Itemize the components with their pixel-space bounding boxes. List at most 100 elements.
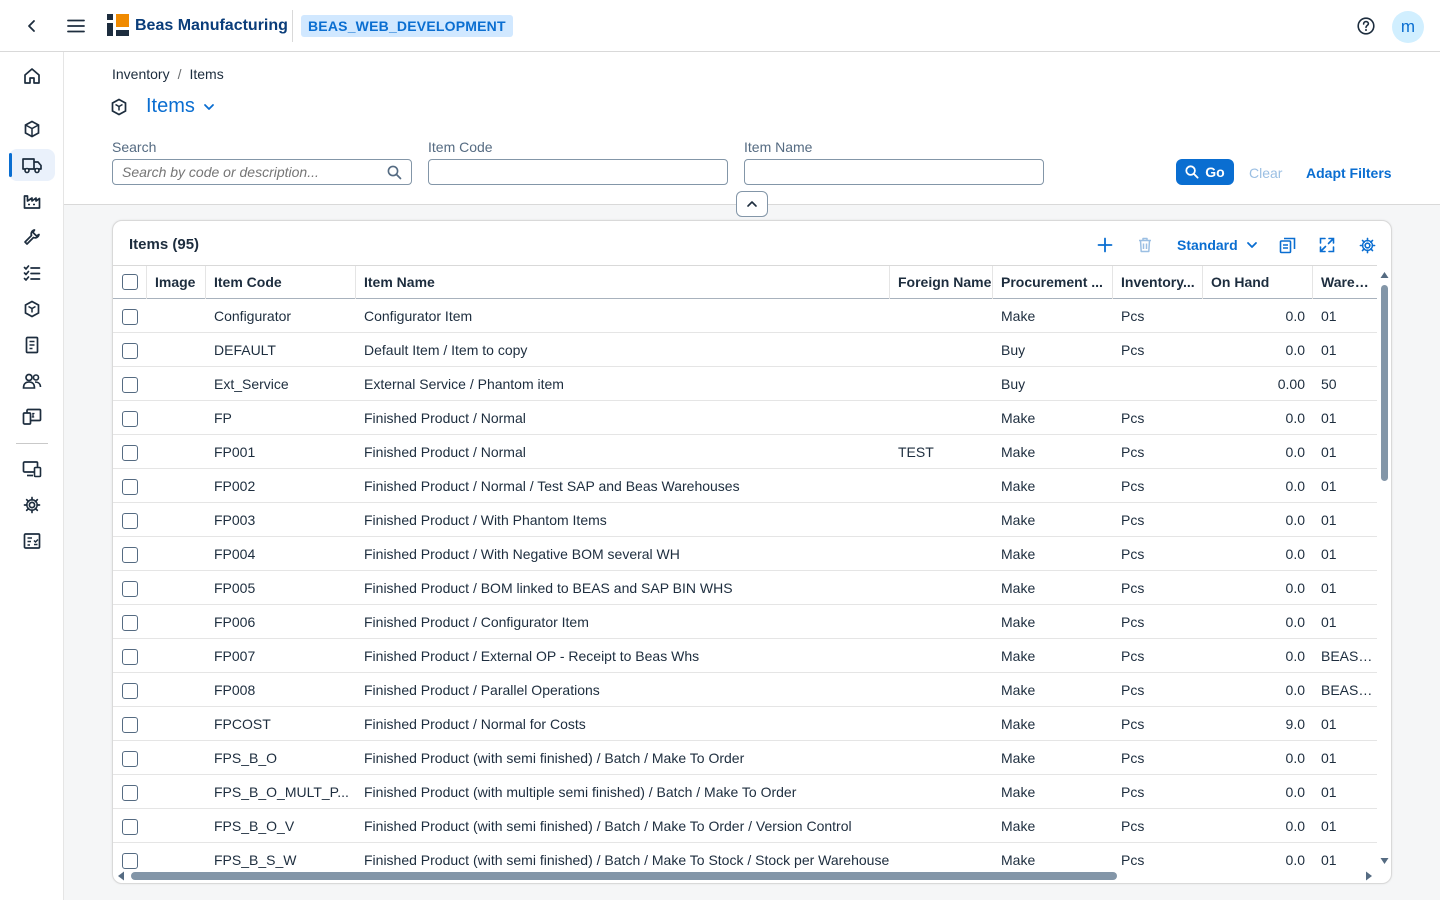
collapse-header-button[interactable] xyxy=(736,191,768,217)
row-checkbox[interactable] xyxy=(122,717,138,733)
table-row[interactable]: Ext_Service External Service / Phantom it… xyxy=(113,367,1377,401)
nav-devices[interactable] xyxy=(9,453,55,485)
column-header-inventory-uom[interactable]: Inventory... xyxy=(1113,266,1203,299)
row-checkbox[interactable] xyxy=(122,479,138,495)
adapt-filters-button[interactable]: Adapt Filters xyxy=(1306,165,1392,181)
column-header-foreign-name[interactable]: Foreign Name xyxy=(890,266,993,299)
table-row[interactable]: Configurator Configurator Item Make Pcs 0.0 0… xyxy=(113,299,1377,333)
table-row[interactable]: DEFAULT Default Item / Item to copy Buy Pcs… xyxy=(113,333,1377,367)
item-code-cell: FP002 xyxy=(214,478,256,494)
row-checkbox[interactable] xyxy=(122,683,138,699)
table-row[interactable]: FP002 Finished Product / Normal / Test SA… xyxy=(113,469,1377,503)
row-select-cell xyxy=(113,299,147,332)
nav-logistics[interactable] xyxy=(9,149,55,181)
back-button[interactable] xyxy=(20,14,44,38)
table-row[interactable]: FP001 Finished Product / Normal TEST Make Pc… xyxy=(113,435,1377,469)
row-checkbox[interactable] xyxy=(122,547,138,563)
inventory-uom-cell: Pcs xyxy=(1121,648,1145,664)
row-checkbox[interactable] xyxy=(122,343,138,359)
row-checkbox[interactable] xyxy=(122,445,138,461)
on-hand-cell: 0.0 xyxy=(1285,750,1305,766)
help-button[interactable] xyxy=(1354,14,1378,38)
nav-reports[interactable] xyxy=(9,525,55,557)
item-code-cell: FP008 xyxy=(214,682,256,698)
export-button[interactable] xyxy=(1274,233,1300,257)
variant-menu-button[interactable] xyxy=(203,101,215,113)
search-input[interactable] xyxy=(113,160,411,184)
nav-components[interactable] xyxy=(9,113,55,145)
table-row[interactable]: FP006 Finished Product / Configurator Ite… xyxy=(113,605,1377,639)
inventory-uom-cell: Pcs xyxy=(1121,342,1145,358)
table-settings-button[interactable] xyxy=(1354,233,1380,257)
nav-resources[interactable] xyxy=(9,365,55,397)
on-hand-cell: 0.0 xyxy=(1285,648,1305,664)
go-button[interactable]: Go xyxy=(1176,159,1234,185)
row-checkbox[interactable] xyxy=(122,751,138,767)
table-row[interactable]: FPS_B_O_MULT_P... Finished Product (with … xyxy=(113,775,1377,809)
user-avatar[interactable]: m xyxy=(1392,11,1424,43)
table-row[interactable]: FP Finished Product / Normal Make Pcs 0.0 01 xyxy=(113,401,1377,435)
row-checkbox[interactable] xyxy=(122,309,138,325)
table-row[interactable]: FPS_B_O_V Finished Product (with semi fin… xyxy=(113,809,1377,843)
row-checkbox[interactable] xyxy=(122,853,138,869)
table-row[interactable]: FP007 Finished Product / External OP - Re… xyxy=(113,639,1377,673)
settings-icon xyxy=(23,496,41,514)
create-button[interactable] xyxy=(1092,233,1118,257)
table-row[interactable]: FPS_B_O Finished Product (with semi finis… xyxy=(113,741,1377,775)
item-code-cell: FPCOST xyxy=(214,716,271,732)
group-icon xyxy=(22,373,42,389)
table-header: Image Item Code Item Name Foreign Name P… xyxy=(113,265,1377,299)
table-row[interactable]: FPS_B_S_W Finished Product (with semi fin… xyxy=(113,843,1377,871)
environment-badge[interactable]: BEAS_WEB_DEVELOPMENT xyxy=(301,15,513,37)
vertical-scrollbar[interactable] xyxy=(1379,271,1389,867)
scroll-up-icon xyxy=(1380,272,1389,278)
table-row[interactable]: FPCOST Finished Product / Normal for Cost… xyxy=(113,707,1377,741)
search-submit[interactable] xyxy=(387,165,402,180)
row-checkbox[interactable] xyxy=(122,819,138,835)
full-screen-icon xyxy=(1319,237,1335,253)
menu-button[interactable] xyxy=(64,14,88,38)
item-code-input[interactable] xyxy=(429,160,727,184)
vertical-scroll-thumb[interactable] xyxy=(1381,285,1388,481)
horizontal-scroll-thumb[interactable] xyxy=(131,872,1117,880)
breadcrumb-current: Items xyxy=(189,66,224,82)
column-header-procurement[interactable]: Procurement ... xyxy=(993,266,1113,299)
horizontal-scrollbar[interactable] xyxy=(113,869,1377,883)
table-row[interactable]: FP004 Finished Product / With Negative BO… xyxy=(113,537,1377,571)
table-row[interactable]: FP005 Finished Product / BOM linked to BE… xyxy=(113,571,1377,605)
delete-button[interactable] xyxy=(1132,233,1158,257)
fullscreen-button[interactable] xyxy=(1314,233,1340,257)
company-logo[interactable] xyxy=(106,13,130,37)
nav-settings[interactable] xyxy=(9,489,55,521)
row-checkbox[interactable] xyxy=(122,785,138,801)
nav-home[interactable] xyxy=(9,60,55,92)
row-checkbox[interactable] xyxy=(122,615,138,631)
row-checkbox[interactable] xyxy=(122,411,138,427)
breadcrumb-link-inventory[interactable]: Inventory xyxy=(112,66,170,82)
row-select-cell xyxy=(113,367,147,400)
variant-select[interactable]: Standard xyxy=(1177,237,1258,253)
nav-items[interactable] xyxy=(9,293,55,325)
column-header-item-code[interactable]: Item Code xyxy=(206,266,356,299)
table-row[interactable]: FP003 Finished Product / With Phantom Ite… xyxy=(113,503,1377,537)
nav-maintenance[interactable] xyxy=(9,221,55,253)
nav-tasks[interactable] xyxy=(9,257,55,289)
column-header-item-name[interactable]: Item Name xyxy=(356,266,890,299)
row-checkbox[interactable] xyxy=(122,581,138,597)
table-row[interactable]: FP008 Finished Product / Parallel Operati… xyxy=(113,673,1377,707)
row-checkbox[interactable] xyxy=(122,377,138,393)
nav-production[interactable] xyxy=(9,185,55,217)
item-name-input[interactable] xyxy=(745,160,1043,184)
on-hand-cell: 0.0 xyxy=(1285,580,1305,596)
column-header-image[interactable]: Image xyxy=(147,266,206,299)
foreign-name-cell xyxy=(890,673,993,706)
nav-documents[interactable] xyxy=(9,329,55,361)
select-all-checkbox[interactable] xyxy=(122,274,138,290)
nav-finance[interactable] xyxy=(9,401,55,433)
clear-button[interactable]: Clear xyxy=(1249,165,1282,181)
row-checkbox[interactable] xyxy=(122,649,138,665)
column-header-warehouse[interactable]: Warehou xyxy=(1313,266,1377,299)
column-header-on-hand[interactable]: On Hand xyxy=(1203,266,1313,299)
item-code-cell: FP007 xyxy=(214,648,256,664)
row-checkbox[interactable] xyxy=(122,513,138,529)
